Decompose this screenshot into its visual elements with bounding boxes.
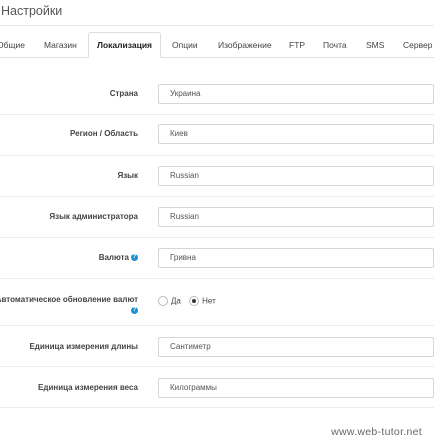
tab-general[interactable]: Общие: [0, 33, 25, 57]
country-select[interactable]: Украина: [158, 84, 434, 104]
radio-yes[interactable]: [158, 296, 168, 306]
tab-store[interactable]: Магазин: [44, 33, 77, 57]
tab-ftp[interactable]: FTP: [289, 33, 305, 57]
auto-update-label: Автоматическое обновление валют?: [0, 294, 138, 316]
auto-update-label-text: Автоматическое обновление валют: [0, 295, 138, 304]
tab-option[interactable]: Опции: [172, 33, 198, 57]
currency-label-text: Валюта: [98, 253, 129, 262]
radio-no-label: Нет: [202, 296, 216, 306]
page-title: Настройки: [1, 4, 63, 18]
region-select[interactable]: Киев: [158, 124, 434, 144]
radio-yes-label: Да: [171, 296, 181, 306]
form-row-length-unit: Единица измерения длины Сантиметр: [0, 326, 434, 367]
question-circle-icon[interactable]: ?: [131, 307, 138, 315]
tab-mail[interactable]: Почта: [323, 33, 347, 57]
tab-localisation[interactable]: Локализация: [88, 32, 162, 58]
language-label: Язык: [117, 171, 138, 180]
language-select[interactable]: Russian: [158, 166, 434, 186]
form-row-language: Язык Russian: [0, 156, 434, 197]
currency-select[interactable]: Гривна: [158, 248, 434, 268]
form-row-weight-unit: Единица измерения веса Килограммы: [0, 367, 434, 408]
length-unit-select[interactable]: Сантиметр: [158, 337, 434, 357]
auto-update-no[interactable]: Нет: [189, 296, 216, 306]
auto-update-yes[interactable]: Да: [158, 296, 181, 306]
currency-label: Валюта?: [99, 253, 138, 262]
tab-sms[interactable]: SMS: [366, 33, 384, 57]
page-header: Настройки: [0, 0, 434, 26]
tab-server[interactable]: Сервер: [403, 33, 432, 57]
country-label: Страна: [109, 89, 138, 98]
form-row-country: Страна Украина: [0, 75, 434, 115]
form-row-auto-update: Автоматическое обновление валют? Да Нет: [0, 279, 434, 326]
radio-no[interactable]: [189, 296, 200, 306]
auto-update-radio-group: Да Нет: [158, 296, 222, 306]
form-row-currency: Валюта? Гривна: [0, 238, 434, 279]
form-row-region: Регион / Область Киев: [0, 115, 434, 156]
tab-image[interactable]: Изображение: [218, 33, 272, 57]
admin-language-label: Язык администратора: [49, 212, 138, 221]
weight-unit-label: Единица измерения веса: [38, 383, 138, 392]
watermark: www.web-tutor.net: [331, 426, 422, 438]
settings-tabs: Общие Магазин Локализация Опции Изображе…: [0, 32, 434, 58]
weight-unit-select[interactable]: Килограммы: [158, 378, 434, 398]
length-unit-label: Единица измерения длины: [29, 342, 138, 351]
region-label: Регион / Область: [69, 129, 138, 138]
question-circle-icon[interactable]: ?: [131, 254, 138, 262]
admin-language-select[interactable]: Russian: [158, 207, 434, 227]
form-row-admin-language: Язык администратора Russian: [0, 197, 434, 238]
